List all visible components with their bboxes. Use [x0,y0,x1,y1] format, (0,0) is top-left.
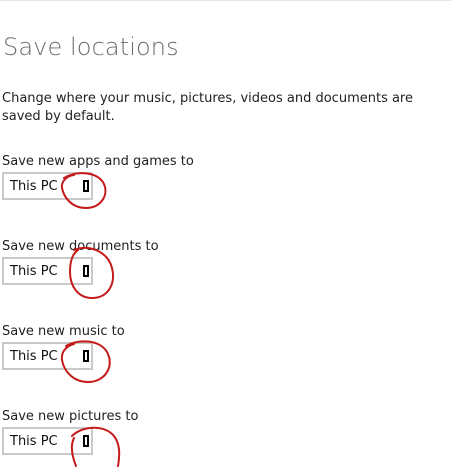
pictures-location-dropdown[interactable]: This PC [2,427,93,455]
setting-label: Save new documents to [2,239,159,254]
dropdown-value: This PC [10,179,58,194]
setting-label: Save new apps and games to [2,154,194,169]
documents-location-dropdown[interactable]: This PC [2,257,93,285]
missing-glyph-box-icon [83,265,89,277]
setting-label: Save new pictures to [2,409,139,424]
apps-games-location-dropdown[interactable]: This PC [2,172,93,200]
missing-glyph-box-icon [83,180,89,192]
missing-glyph-box-icon [83,435,89,447]
dropdown-value: This PC [10,349,58,364]
music-location-dropdown[interactable]: This PC [2,342,93,370]
save-locations-page: Save locations Change where your music, … [0,0,457,467]
setting-documents: Save new documents to This PC [2,239,302,285]
setting-music: Save new music to This PC [2,324,302,370]
missing-glyph-box-icon [83,350,89,362]
page-title: Save locations [3,33,179,61]
setting-pictures: Save new pictures to This PC [2,409,302,455]
page-description: Change where your music, pictures, video… [2,91,413,124]
dropdown-value: This PC [10,434,58,449]
dropdown-value: This PC [10,264,58,279]
setting-label: Save new music to [2,324,125,339]
setting-apps-games: Save new apps and games to This PC [2,154,302,200]
top-divider [0,0,452,1]
